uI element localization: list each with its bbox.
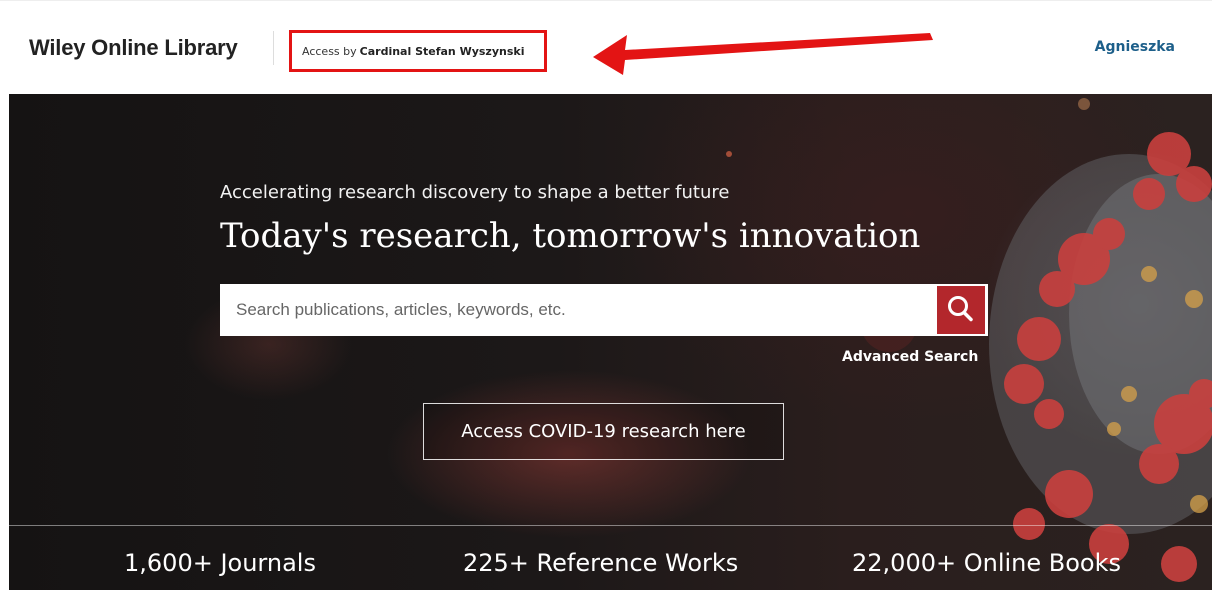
coronavirus-background-image [726, 98, 1212, 582]
access-institution: Cardinal Stefan Wyszynski [359, 45, 525, 58]
advanced-search-link[interactable]: Advanced Search [842, 349, 978, 365]
stat-journals[interactable]: 1,600+ Journals [124, 549, 316, 577]
hero-banner: Accelerating research discovery to shape… [9, 94, 1212, 590]
access-prefix: Access by [302, 45, 357, 58]
site-logo[interactable]: Wiley Online Library [29, 35, 238, 61]
user-profile-link[interactable]: Agnieszka [1095, 39, 1175, 55]
institution-access-box: Access by Cardinal Stefan Wyszynski [289, 30, 547, 72]
stat-reference-works[interactable]: 225+ Reference Works [463, 549, 738, 577]
stat-online-books[interactable]: 22,000+ Online Books [852, 549, 1121, 577]
hero-headline: Today's research, tomorrow's innovation [220, 216, 921, 256]
search-button[interactable] [937, 286, 985, 334]
hero-tagline: Accelerating research discovery to shape… [220, 182, 730, 203]
stats-divider [9, 525, 1212, 526]
search-input[interactable] [220, 284, 932, 336]
covid-research-button[interactable]: Access COVID-19 research here [423, 403, 784, 460]
logo-divider [273, 31, 274, 65]
search-bar [220, 284, 988, 336]
search-icon [948, 296, 973, 322]
site-header: Wiley Online Library Access by Cardinal S… [0, 0, 1212, 94]
annotation-arrow-icon [593, 33, 933, 75]
